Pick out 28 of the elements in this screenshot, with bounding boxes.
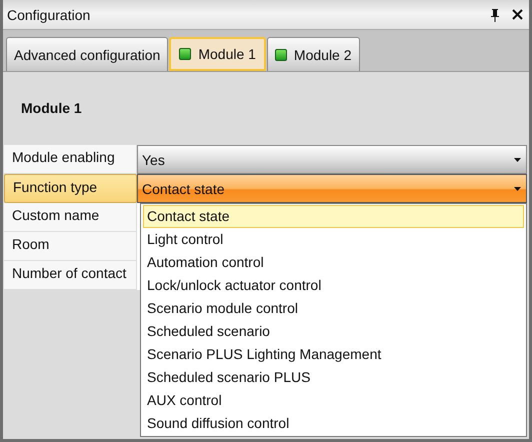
dropdown-option[interactable]: Automation control [143, 251, 524, 274]
dropdown-option[interactable]: Light control [143, 228, 524, 251]
caret-icon [514, 186, 521, 190]
tab[interactable]: Advanced configuration [6, 37, 168, 71]
dropdown-option[interactable]: Scheduled scenario PLUS [143, 366, 524, 389]
dropdown-field[interactable]: Yes [137, 145, 527, 174]
tab[interactable]: Module 1 [169, 37, 266, 71]
property-label[interactable]: Custom name [4, 203, 137, 232]
dropdown-option[interactable]: Scheduled scenario [143, 320, 524, 343]
window-title: Configuration [7, 6, 92, 22]
property-label[interactable]: Number of contact [4, 261, 137, 290]
pin-icon[interactable] [490, 8, 500, 22]
section-title: Module 1 [20, 99, 83, 118]
caret-icon [514, 158, 521, 162]
status-icon [274, 48, 287, 60]
dropdown-field[interactable]: Contact state [137, 174, 527, 203]
property-label[interactable]: Module enabling [4, 145, 137, 174]
close-icon[interactable] [512, 9, 523, 20]
property-label[interactable]: Function type [4, 174, 137, 203]
dropdown-option[interactable]: Lock/unlock actuator control [143, 274, 524, 297]
dropdown-option[interactable]: AUX control [143, 389, 524, 412]
tab[interactable]: Module 2 [266, 37, 360, 71]
dropdown-option[interactable]: Scenario module control [143, 297, 524, 320]
dropdown-option[interactable]: Sound diffusion control [143, 412, 524, 435]
dropdown-option[interactable]: Contact state [143, 205, 524, 228]
dropdown-option[interactable]: Scenario PLUS Lighting Management [143, 343, 524, 366]
property-label[interactable]: Room [4, 232, 137, 261]
status-icon [179, 48, 192, 60]
